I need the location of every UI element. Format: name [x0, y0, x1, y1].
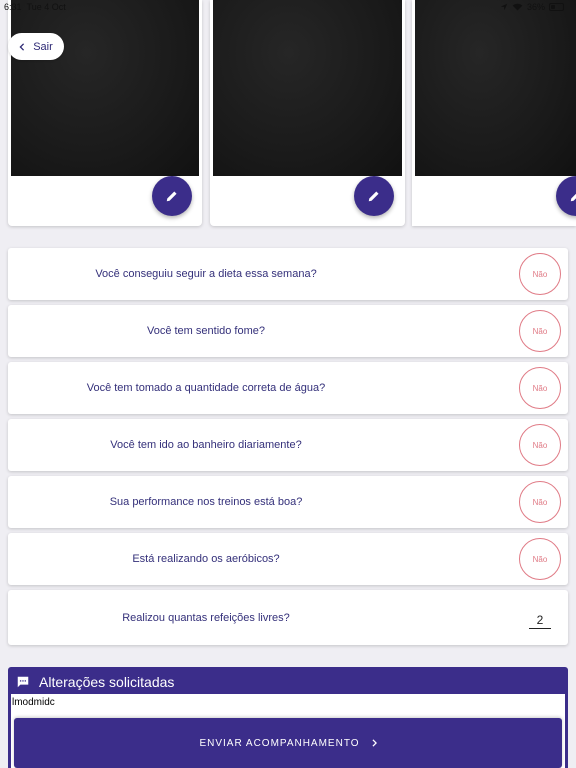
chevron-right-icon — [371, 739, 377, 747]
answer-no-button[interactable]: Não — [519, 367, 561, 409]
edit-photo-button[interactable] — [152, 176, 192, 216]
send-button-label: ENVIAR ACOMPANHAMENTO — [199, 737, 360, 749]
photo-image[interactable] — [415, 0, 576, 176]
photo-card-3 — [412, 0, 576, 226]
back-button[interactable]: Sair — [8, 33, 64, 60]
pencil-icon — [166, 191, 177, 202]
question-card: Você tem sentido fome? Não — [8, 305, 568, 357]
photo-image[interactable] — [11, 0, 199, 176]
question-text: Sua performance nos treinos está boa? — [109, 496, 303, 508]
question-card: Está realizando os aeróbicos? Não — [8, 533, 568, 585]
pencil-icon — [570, 193, 576, 202]
back-label: Sair — [33, 40, 53, 53]
question-text: Você tem sentido fome? — [146, 325, 265, 337]
chevron-left-icon — [19, 42, 25, 51]
answer-no-button[interactable]: Não — [519, 481, 561, 523]
answer-no-button[interactable]: Não — [519, 310, 561, 352]
question-text: Você tem ido ao banheiro diariamente? — [110, 439, 302, 451]
battery-icon — [549, 3, 564, 11]
edit-photo-button[interactable] — [556, 176, 576, 216]
question-text: Você conseguiu seguir a dieta essa seman… — [95, 268, 317, 280]
comment-icon — [17, 676, 29, 688]
question-card: Você conseguiu seguir a dieta essa seman… — [8, 248, 568, 300]
status-time: 6:31 Tue 4 Oct — [4, 2, 66, 12]
wifi-icon — [512, 3, 523, 11]
status-bar: 6:31 Tue 4 Oct 36% — [0, 0, 576, 14]
edit-photo-button[interactable] — [354, 176, 394, 216]
photo-image[interactable] — [213, 0, 402, 176]
send-followup-button[interactable]: ENVIAR ACOMPANHAMENTO — [14, 718, 562, 768]
question-card: Você tem ido ao banheiro diariamente? Nã… — [8, 419, 568, 471]
question-card: Você tem tomado a quantidade correta de … — [8, 362, 568, 414]
photo-card-2 — [210, 0, 405, 226]
meals-card: Realizou quantas refeições livres? 2 — [8, 590, 568, 645]
location-icon — [500, 3, 508, 11]
answer-no-button[interactable]: Não — [519, 424, 561, 466]
question-text: Está realizando os aeróbicos? — [132, 553, 280, 565]
battery-percent: 36% — [526, 2, 545, 12]
changes-title: Alterações solicitadas — [39, 674, 175, 690]
changes-header: Alterações solicitadas — [16, 674, 174, 690]
status-indicators: 36% — [500, 2, 564, 12]
meals-count-input[interactable]: 2 — [529, 613, 551, 629]
pencil-icon — [368, 191, 379, 202]
answer-no-button[interactable]: Não — [519, 538, 561, 580]
answer-no-button[interactable]: Não — [519, 253, 561, 295]
question-card: Sua performance nos treinos está boa? Nã… — [8, 476, 568, 528]
question-text: Você tem tomado a quantidade correta de … — [86, 382, 326, 394]
meals-question-text: Realizou quantas refeições livres? — [122, 611, 290, 624]
